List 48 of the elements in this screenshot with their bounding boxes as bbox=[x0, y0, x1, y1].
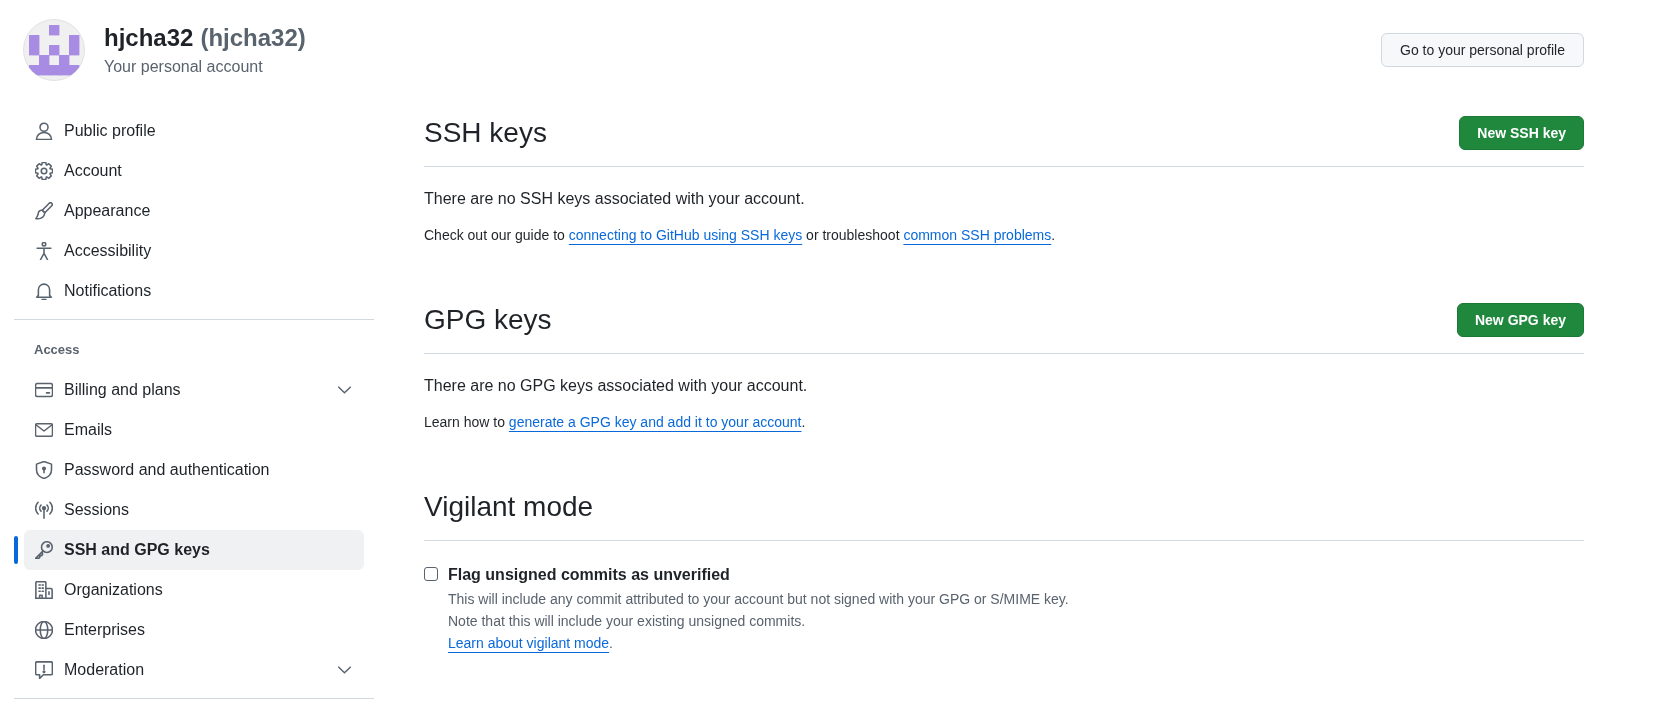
building-icon bbox=[35, 581, 53, 599]
envelope-icon bbox=[35, 421, 53, 439]
gear-icon bbox=[35, 162, 53, 180]
new-key-button[interactable]: New GPG key bbox=[1456, 303, 1584, 337]
sidebar-item[interactable]: Billing and plans bbox=[24, 370, 364, 410]
sidebar-item[interactable]: Public profile bbox=[24, 111, 364, 151]
help-link[interactable]: Learn about vigilant mode bbox=[448, 635, 610, 651]
sidebar-item[interactable]: Account bbox=[24, 151, 364, 191]
speech-bubble-icon bbox=[35, 661, 53, 679]
credit-card-icon bbox=[35, 381, 53, 399]
empty-state-text: There are no SSH keys associated with your account. bbox=[424, 189, 806, 209]
section-title: SSH keys bbox=[424, 116, 547, 150]
broadcast-icon bbox=[35, 501, 53, 519]
sidebar-item[interactable]: Moderation bbox=[24, 650, 364, 690]
checkbox[interactable] bbox=[424, 567, 438, 581]
option-description: This will include any commit attributed to your account but not signed with your GPG or S/MIME key. bbox=[448, 590, 1069, 609]
account-login: (hjcha32) bbox=[200, 23, 306, 53]
sidebar-item[interactable]: Enterprises bbox=[24, 610, 364, 650]
sidebar-item[interactable]: SSH and GPG keys bbox=[24, 530, 364, 570]
sidebar-item[interactable]: Appearance bbox=[24, 191, 364, 231]
sidebar-item[interactable]: Emails bbox=[24, 410, 364, 450]
accessibility-icon bbox=[35, 242, 53, 260]
help-link[interactable]: connecting to GitHub using SSH keys bbox=[568, 227, 803, 243]
section-title: Vigilant mode bbox=[424, 490, 594, 524]
sidebar-item[interactable]: Sessions bbox=[24, 490, 364, 530]
sidebar-item[interactable]: Notifications bbox=[24, 271, 364, 311]
empty-state-text: There are no GPG keys associated with your account. bbox=[424, 376, 809, 396]
new-key-button[interactable]: New SSH key bbox=[1459, 116, 1584, 150]
sidebar-heading: Access bbox=[33, 341, 81, 359]
avatar-icon bbox=[23, 19, 85, 81]
sidebar-item[interactable]: Organizations bbox=[24, 570, 364, 610]
sidebar-item[interactable]: Accessibility bbox=[24, 231, 364, 271]
help-text: Check out our guide to connecting to GitHub using SSH keys or troubleshoot common SSH problems. bbox=[424, 226, 1057, 245]
option-label[interactable]: Flag unsigned commits as unverified bbox=[448, 564, 1069, 586]
help-text: Learn about vigilant mode. bbox=[448, 634, 614, 653]
profile-button[interactable]: Go to your personal profile bbox=[1381, 33, 1584, 67]
account-type: Your personal account bbox=[104, 57, 264, 77]
section-title: GPG keys bbox=[424, 303, 552, 337]
paintbrush-icon bbox=[35, 202, 53, 220]
shield-icon bbox=[35, 461, 53, 479]
account-name[interactable]: hjcha32 bbox=[104, 22, 194, 54]
key-icon bbox=[35, 541, 53, 559]
person-icon bbox=[35, 122, 53, 140]
sidebar-item[interactable]: Password and authentication bbox=[24, 450, 364, 490]
help-text: Learn how to generate a GPG key and add it to your account. bbox=[424, 413, 807, 432]
option-description: Note that this will include your existing unsigned commits. bbox=[448, 612, 807, 631]
bell-icon bbox=[35, 282, 53, 300]
globe-icon bbox=[35, 621, 53, 639]
